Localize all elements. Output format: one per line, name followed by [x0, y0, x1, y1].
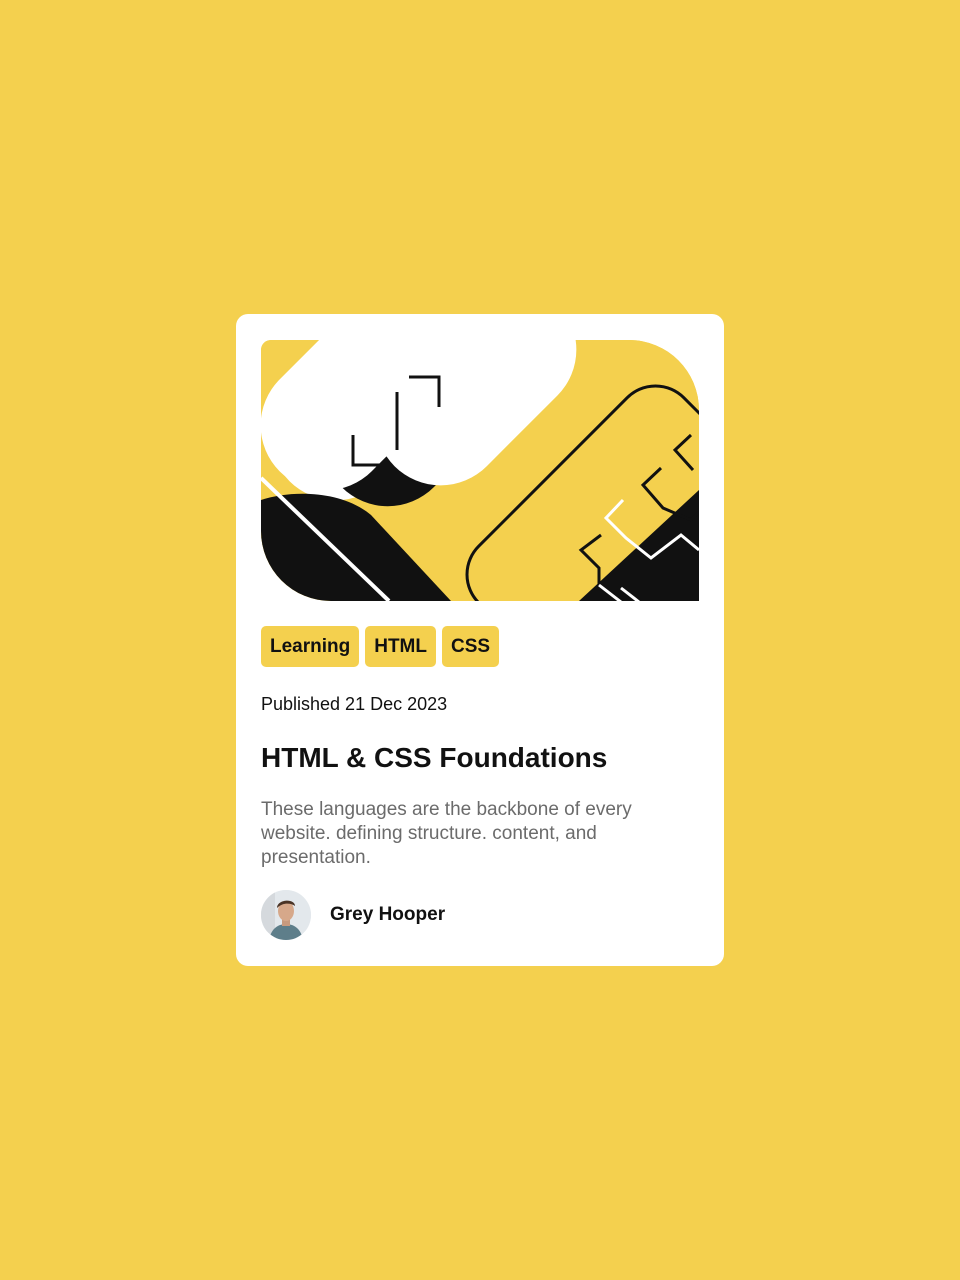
author: Grey Hooper [261, 890, 445, 940]
published-date: Published 21 Dec 2023 [261, 694, 448, 714]
card-title[interactable]: HTML & CSS Foundations [261, 742, 607, 774]
tag-html[interactable]: HTML [365, 626, 436, 667]
blog-preview-card: Learning HTML CSS Published 21 Dec 2023 … [236, 314, 724, 966]
author-name: Grey Hooper [330, 904, 446, 925]
tag-list: Learning HTML CSS [261, 626, 500, 667]
avatar-icon [261, 890, 311, 940]
tag-css[interactable]: CSS [442, 626, 500, 667]
card-description: These languages are the backbone of ever… [261, 799, 632, 868]
abstract-illustration-icon [261, 340, 699, 601]
author-avatar [261, 890, 311, 940]
tag-learning[interactable]: Learning [261, 626, 360, 667]
card-illustration [261, 340, 699, 601]
